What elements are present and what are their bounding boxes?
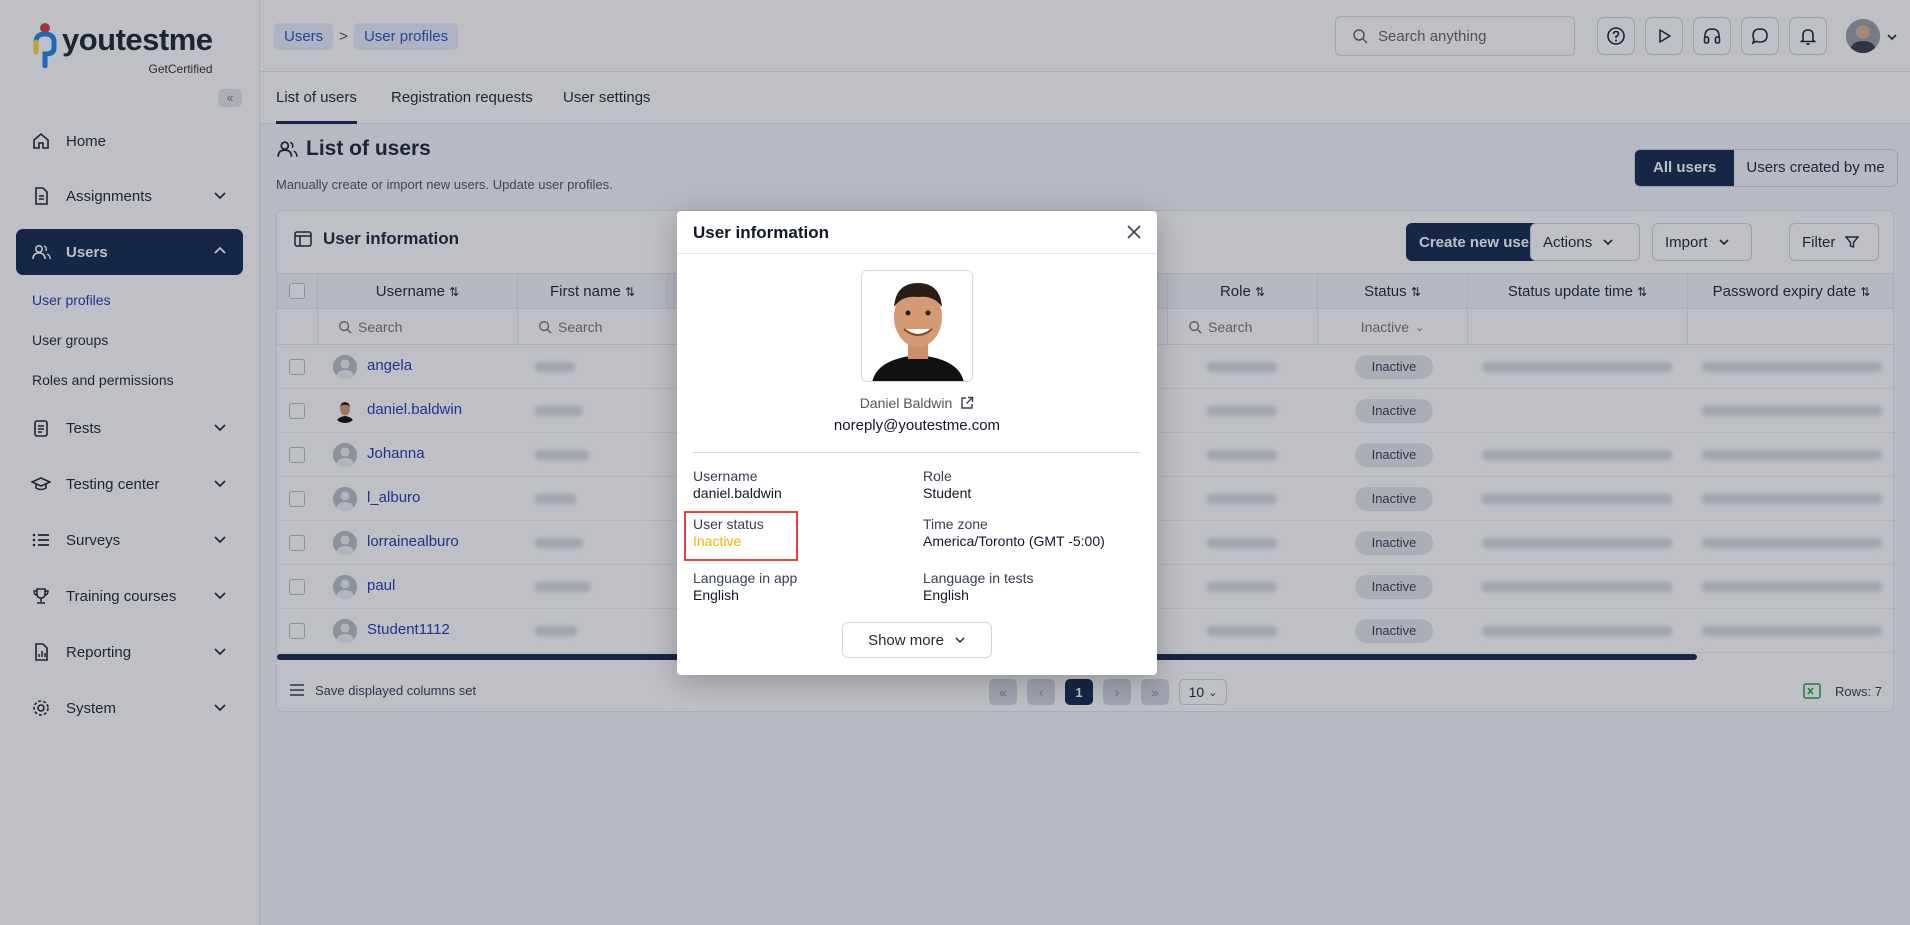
role-label: Role bbox=[923, 468, 952, 484]
show-more-button[interactable]: Show more bbox=[842, 622, 992, 658]
user-status-value: Inactive bbox=[693, 533, 742, 549]
username-label: Username bbox=[693, 468, 758, 484]
user-photo bbox=[861, 270, 973, 382]
modal-title: User information bbox=[693, 223, 830, 242]
user-email: noreply@youtestme.com bbox=[833, 417, 1001, 434]
external-link-icon[interactable] bbox=[960, 396, 974, 410]
user-full-name: Daniel Baldwin bbox=[677, 395, 1157, 411]
modal-header: User information bbox=[677, 211, 1157, 254]
modal-divider bbox=[693, 452, 1141, 453]
username-value: daniel.baldwin bbox=[693, 485, 782, 501]
role-value: Student bbox=[923, 485, 972, 501]
chevron-down-icon bbox=[955, 637, 965, 644]
language-in-app-value: English bbox=[693, 587, 739, 603]
user-status-label: User status bbox=[693, 516, 764, 532]
language-in-tests-value: English bbox=[923, 587, 969, 603]
user-information-modal: User information Daniel Baldwin noreply@… bbox=[677, 211, 1157, 675]
user-name-text: Daniel Baldwin bbox=[859, 395, 953, 411]
close-icon[interactable] bbox=[1125, 223, 1143, 241]
time-zone-value: America/Toronto (GMT -5:00) bbox=[923, 533, 1105, 549]
show-more-label: Show more bbox=[868, 631, 944, 649]
language-in-tests-label: Language in tests bbox=[923, 570, 1034, 586]
time-zone-label: Time zone bbox=[923, 516, 988, 532]
language-in-app-label: Language in app bbox=[693, 570, 798, 586]
